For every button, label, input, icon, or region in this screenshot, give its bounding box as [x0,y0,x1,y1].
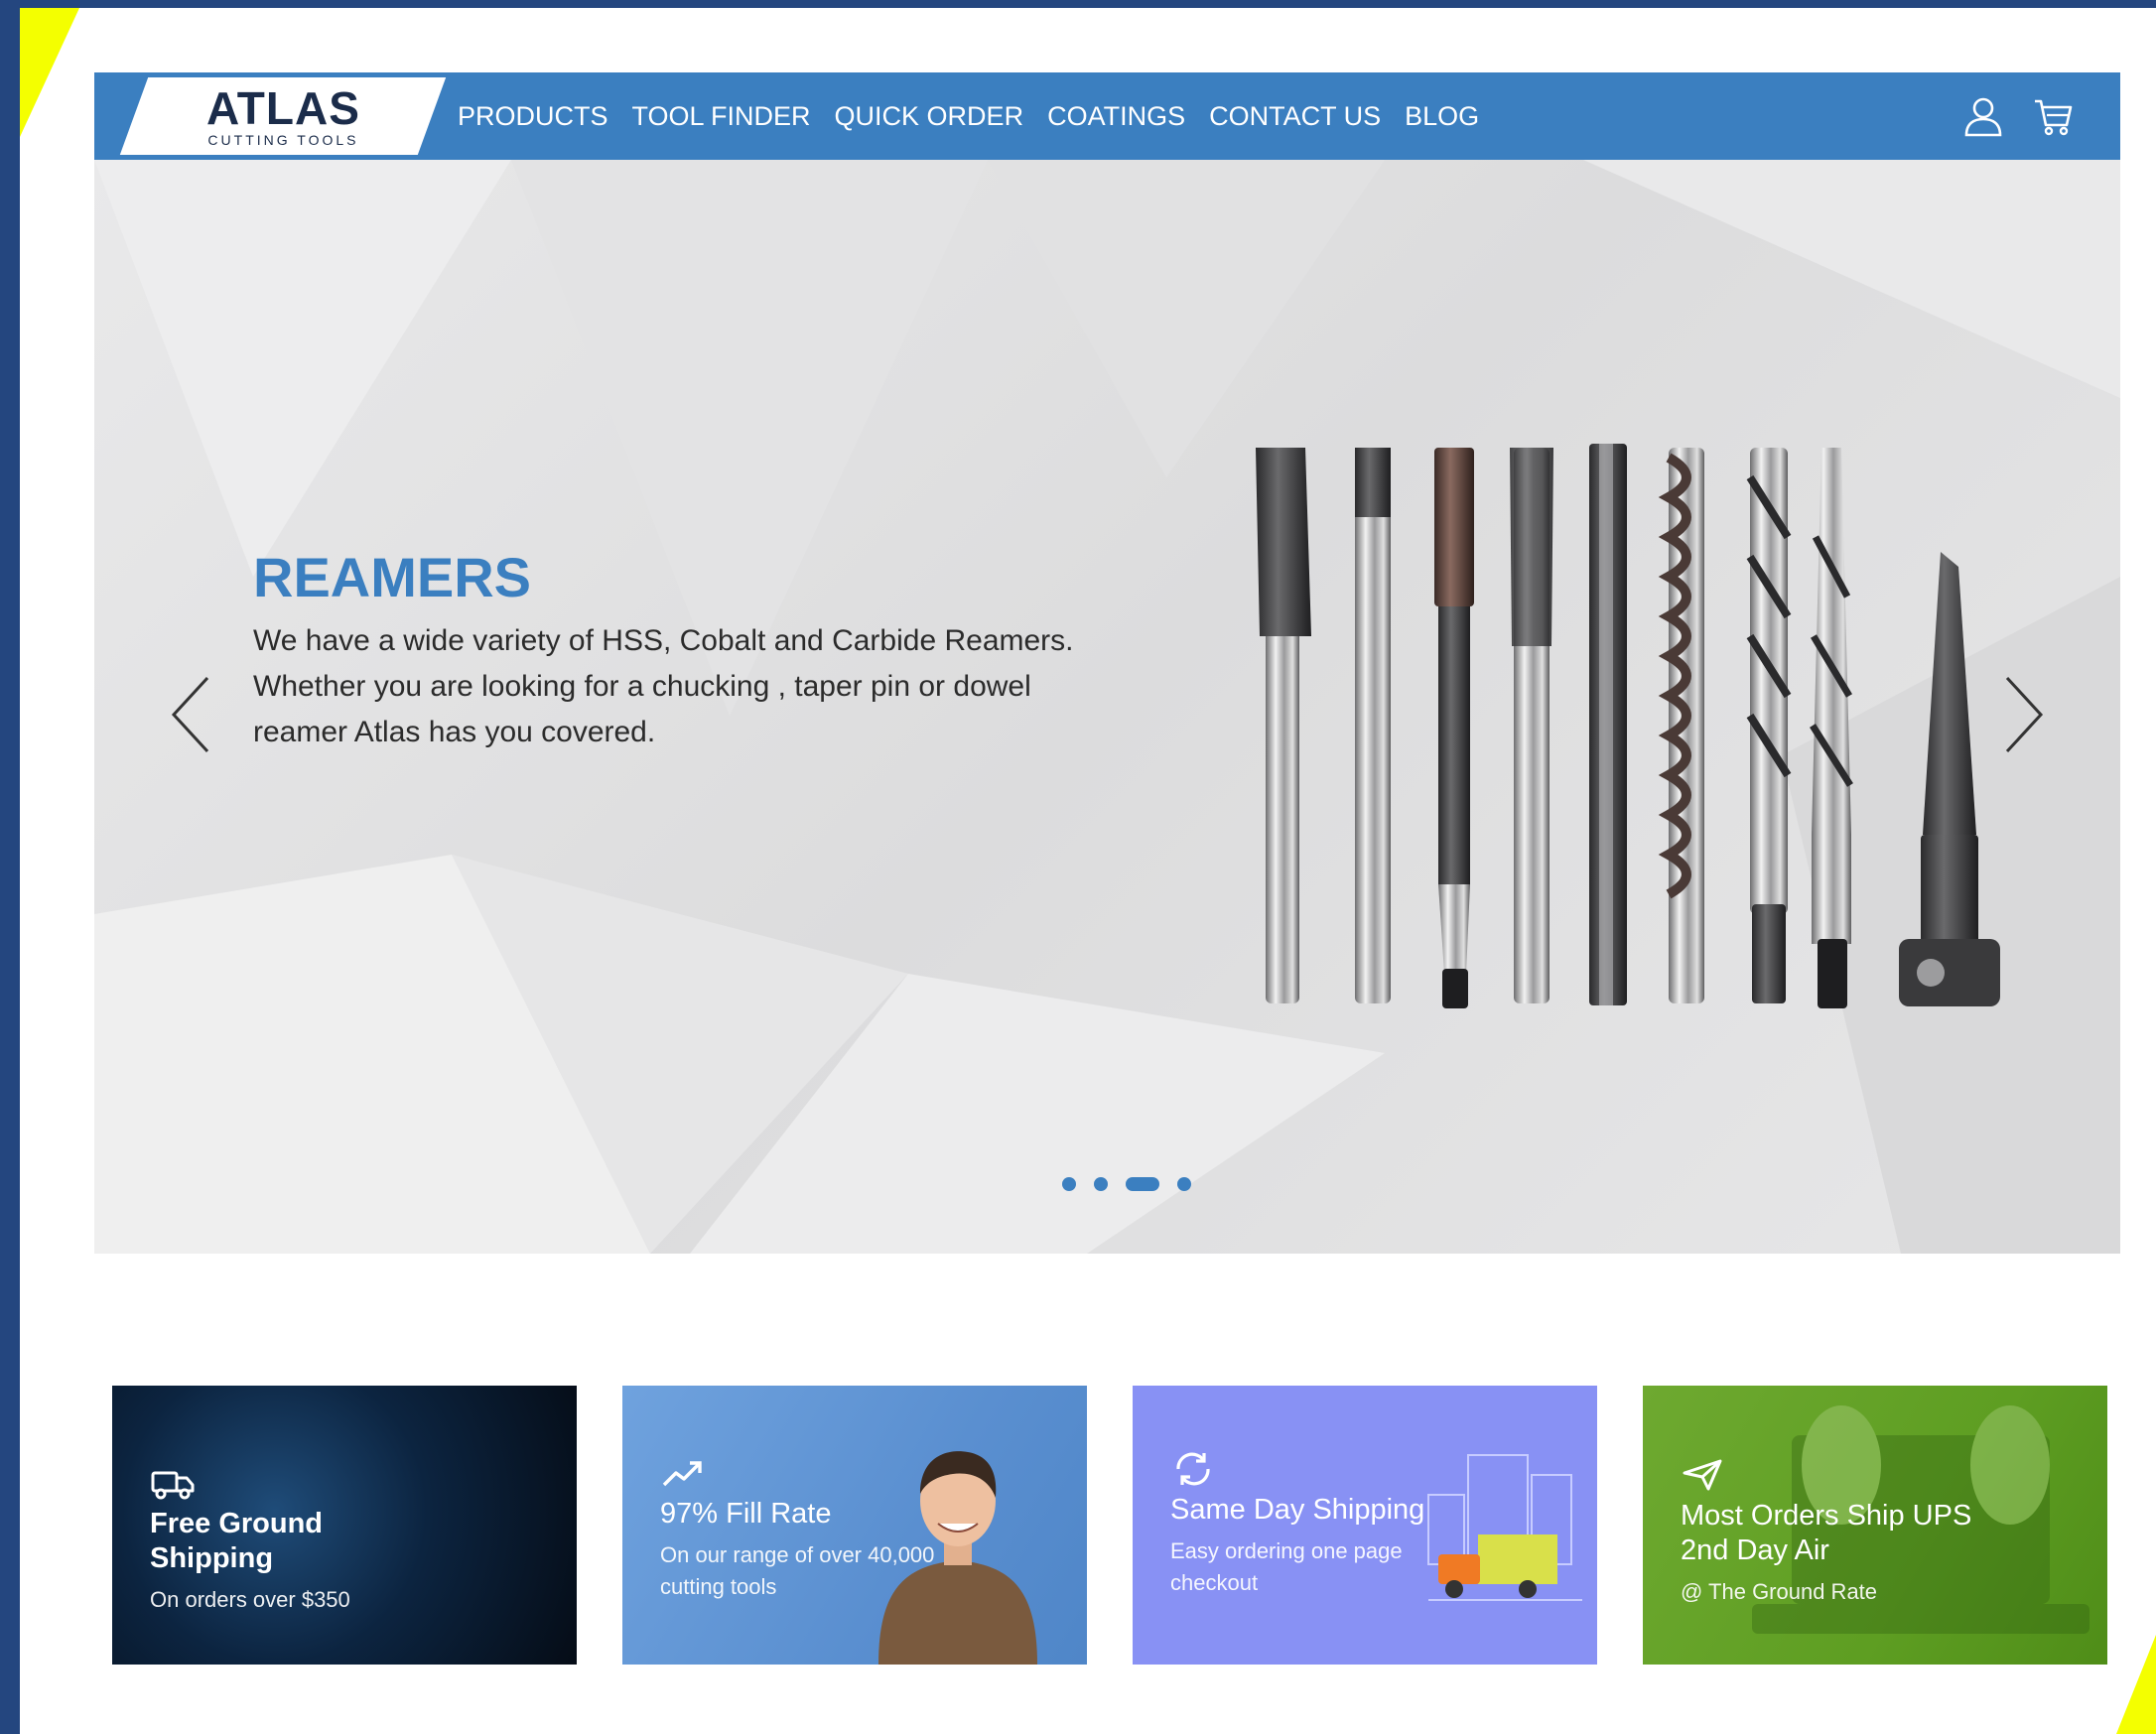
truck-icon [151,1471,195,1500]
nav-link-products[interactable]: PRODUCTS [446,101,620,132]
hero-description: We have a wide variety of HSS, Cobalt an… [253,623,1074,748]
nav-link-blog[interactable]: BLOG [1393,101,1491,132]
nav-link-tool-finder[interactable]: TOOL FINDER [620,101,823,132]
hero-title: REAMERS [253,546,532,608]
carousel-dot-2[interactable] [1094,1177,1108,1191]
carousel-dot-3-active[interactable] [1126,1177,1159,1191]
page-frame: ATLAS CUTTING TOOLS PRODUCTS TOOL FINDER… [20,8,2156,1734]
nav-link-contact-us[interactable]: CONTACT US [1197,101,1393,132]
nav-link-coatings[interactable]: COATINGS [1035,101,1197,132]
carousel-dot-1[interactable] [1062,1177,1076,1191]
cart-icon[interactable] [2033,95,2073,137]
main-navbar: ATLAS CUTTING TOOLS PRODUCTS TOOL FINDER… [94,72,2120,160]
card-title: Most Orders Ship UPS 2nd Day Air [1681,1500,1972,1566]
refresh-icon [1176,1452,1210,1486]
decorative-corner [20,8,79,137]
user-icon[interactable] [1963,95,2003,137]
card-subtitle: @ The Ground Rate [1681,1578,1878,1604]
nav-link-quick-order[interactable]: QUICK ORDER [823,101,1036,132]
card-subtitle: Easy ordering one page checkout [1170,1537,1403,1595]
trending-up-icon [662,1461,702,1487]
reamers-product-image [1256,444,2000,1008]
card-subtitle: On our range of over 40,000 cutting tool… [660,1541,935,1599]
logo-wordmark: ATLAS [205,82,360,134]
feature-cards: Free Ground Shipping On orders over $350… [112,1386,2107,1665]
atlas-logo[interactable]: ATLAS CUTTING TOOLS [119,77,447,155]
send-icon [1683,1459,1722,1491]
feature-card-ups-2nd-day[interactable]: Most Orders Ship UPS 2nd Day Air @ The G… [1643,1386,2107,1665]
decorative-corner [2116,1635,2156,1734]
hero-carousel: REAMERS We have a wide variety of HSS, C… [94,160,2120,1254]
card-subtitle: On orders over $350 [150,1586,350,1612]
nav-icon-group [1963,95,2073,137]
hero-text-block: REAMERS We have a wide variety of HSS, C… [253,547,1127,755]
feature-card-same-day-shipping[interactable]: Same Day Shipping Easy ordering one page… [1133,1386,1597,1665]
card-title: Same Day Shipping [1170,1494,1425,1526]
feature-card-free-shipping[interactable]: Free Ground Shipping On orders over $350 [112,1386,577,1665]
logo-tagline: CUTTING TOOLS [206,132,359,148]
carousel-dots [1062,1177,1191,1191]
card-title: 97% Fill Rate [660,1498,832,1530]
nav-links: PRODUCTS TOOL FINDER QUICK ORDER COATING… [446,101,1491,132]
chevron-left-icon[interactable] [164,670,223,759]
feature-card-fill-rate[interactable]: 97% Fill Rate On our range of over 40,00… [622,1386,1087,1665]
carousel-dot-4[interactable] [1177,1177,1191,1191]
card-title: Free Ground Shipping [150,1508,324,1574]
